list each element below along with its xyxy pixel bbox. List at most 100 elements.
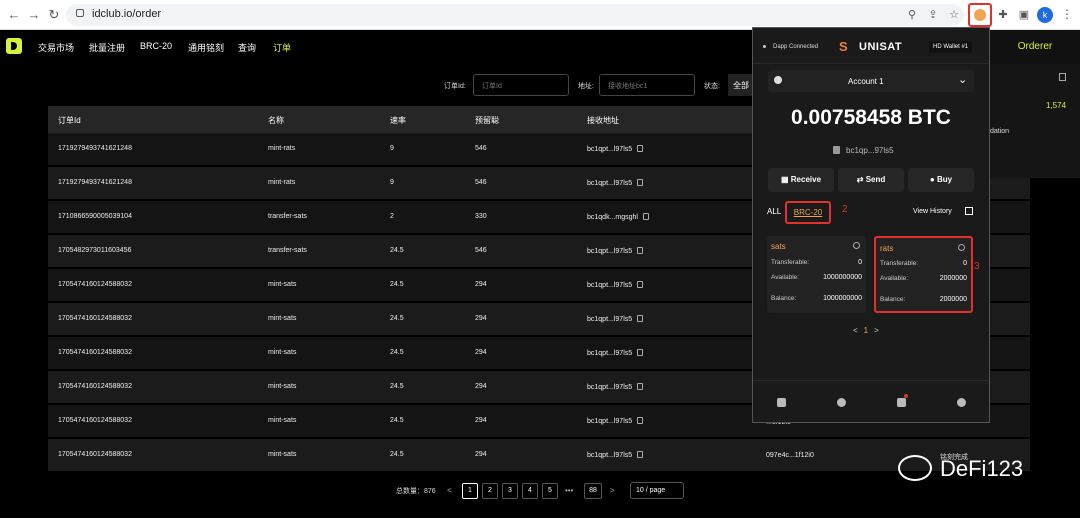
next-page-icon[interactable]: > — [874, 326, 879, 335]
cell-name: transfer-sats — [268, 247, 307, 254]
cell-reserve-sats-text: 546 — [475, 247, 487, 254]
discover-tab-icon[interactable] — [837, 398, 846, 407]
wallet-tab-icon[interactable] — [777, 398, 786, 407]
user-icon — [774, 76, 782, 84]
address-input[interactable]: 接收地址bc1 — [599, 74, 695, 96]
copy-icon[interactable] — [637, 145, 644, 152]
cell-receive-address: bc1qpt...l97ls5 — [587, 349, 644, 357]
view-history-link[interactable]: View History — [913, 208, 952, 215]
token-pagination: <1 > — [853, 326, 879, 335]
next-page-icon[interactable]: > — [610, 486, 615, 495]
cell-name: mint-rats — [268, 145, 295, 152]
menu-icon[interactable]: ⋮ — [1061, 7, 1073, 21]
send-button[interactable]: ⇄ Send — [838, 168, 904, 192]
cell-rate-text: 24.5 — [390, 383, 404, 390]
cell-rate: 24.5 — [390, 281, 404, 288]
tab-all[interactable]: ALL — [767, 207, 781, 216]
buy-button[interactable]: ● Buy — [908, 168, 974, 192]
copy-icon[interactable] — [637, 349, 644, 356]
copy-icon[interactable] — [637, 247, 644, 254]
nav-brc20[interactable]: BRC-20 — [140, 41, 172, 51]
avatar[interactable]: k — [1037, 7, 1053, 23]
nav-orders[interactable]: 订单 — [273, 41, 291, 54]
page-5[interactable]: 5 — [542, 483, 558, 499]
total-count: 总数量：876 — [396, 488, 436, 495]
share-icon[interactable]: ⇪ — [926, 8, 940, 22]
cell-order-id-text: 1705474160124588032 — [58, 451, 132, 458]
cell-order-id: 1705474160124588032 — [58, 281, 132, 288]
notification-dot — [904, 394, 908, 398]
wechat-icon — [898, 455, 932, 481]
copy-icon[interactable] — [637, 315, 644, 322]
token-card-sats[interactable]: sats Transferable: 0 Available: 10000000… — [767, 236, 866, 313]
puzzle-icon[interactable]: ✚ — [996, 8, 1010, 22]
cell-rate: 24.5 — [390, 451, 404, 458]
page-4[interactable]: 4 — [522, 483, 538, 499]
page-size-select[interactable]: 10 / page — [630, 482, 684, 499]
nav-batch-register[interactable]: 批量注册 — [89, 41, 125, 54]
settings-tab-icon[interactable] — [957, 398, 966, 407]
star-icon[interactable]: ☆ — [947, 8, 961, 22]
info-icon[interactable] — [958, 244, 965, 251]
copy-icon[interactable] — [637, 451, 644, 458]
prev-page-icon[interactable]: < — [447, 486, 452, 495]
info-icon[interactable] — [853, 242, 860, 249]
cell-rate-text: 24.5 — [390, 451, 404, 458]
col-rate: 速率 — [390, 116, 406, 125]
order-id-label: 订单Id: — [444, 83, 466, 90]
cell-name: mint-sats — [268, 281, 296, 288]
cell-rate-text: 24.5 — [390, 247, 404, 254]
cell-reserve-sats-text: 294 — [475, 383, 487, 390]
address-bar[interactable] — [66, 4, 964, 26]
prev-page-icon[interactable]: < — [853, 326, 858, 335]
token-card-rats[interactable]: rats Transferable: 0 Available: 2000000 … — [874, 236, 973, 313]
reload-icon[interactable]: ↻ — [46, 7, 62, 23]
cell-name: mint-sats — [268, 417, 296, 424]
copy-icon[interactable] — [833, 146, 840, 154]
copy-icon[interactable] — [642, 213, 649, 220]
orderer-button[interactable]: Orderer — [990, 30, 1080, 64]
cell-receive-address-text: bc1qpt...l97ls5 — [587, 316, 633, 323]
cell-name-text: mint-sats — [268, 281, 297, 288]
cell-order-id-text: 1705474160124588032 — [58, 417, 132, 424]
current-page[interactable]: 1 — [864, 326, 868, 335]
tab-brc20[interactable]: BRC-20 — [785, 201, 831, 224]
back-icon[interactable]: ← — [6, 7, 22, 23]
copy-icon[interactable] — [637, 179, 644, 186]
page-88[interactable]: 88 — [584, 483, 602, 499]
unisat-extension-button[interactable] — [968, 3, 992, 27]
nav-query[interactable]: 查询 — [238, 41, 256, 54]
copy-icon[interactable] — [637, 383, 644, 390]
forward-icon[interactable]: → — [26, 7, 42, 23]
cell-receive-address: bc1qpt...l97ls5 — [587, 315, 644, 323]
page-2[interactable]: 2 — [482, 483, 498, 499]
hd-wallet-button[interactable]: HD Wallet #1 — [929, 41, 973, 53]
site-logo[interactable] — [6, 38, 22, 54]
zoom-icon[interactable]: ⚲ — [905, 8, 919, 22]
cell-rate: 2 — [390, 213, 394, 220]
nav-market[interactable]: 交易市场 — [38, 41, 74, 54]
external-link-icon[interactable] — [965, 207, 973, 215]
apps-tab-icon[interactable] — [897, 398, 906, 407]
cell-name-text: mint-sats — [268, 451, 297, 458]
order-id-input[interactable]: 订单Id — [473, 74, 569, 96]
copy-icon[interactable] — [637, 281, 644, 288]
account-selector[interactable]: Account 1 ⌄ — [768, 70, 974, 92]
annotation-2: 2 — [842, 204, 848, 215]
copy-icon[interactable] — [637, 417, 644, 424]
connected-dot-icon — [763, 45, 766, 48]
cell-order-id: 1705474160124588032 — [58, 349, 132, 356]
chevron-down-icon: ⌄ — [958, 74, 968, 86]
page-3[interactable]: 3 — [502, 483, 518, 499]
sidepanel-icon[interactable]: ▣ — [1017, 8, 1031, 22]
page-1[interactable]: 1 — [462, 483, 478, 499]
col-order-id: 订单Id — [58, 116, 81, 125]
nav-inscribe[interactable]: 通用铭刻 — [188, 41, 224, 54]
cell-receive-address: bc1qpt...l97ls5 — [587, 179, 644, 187]
wallet-address[interactable]: bc1qp...97ls5 — [846, 146, 894, 155]
available-label: Available: — [880, 275, 909, 282]
receive-button[interactable]: ▦ Receive — [768, 168, 834, 192]
cell-rate: 24.5 — [390, 349, 404, 356]
copy-icon[interactable] — [1059, 73, 1066, 81]
page-ellipsis[interactable]: ••• — [565, 486, 573, 495]
